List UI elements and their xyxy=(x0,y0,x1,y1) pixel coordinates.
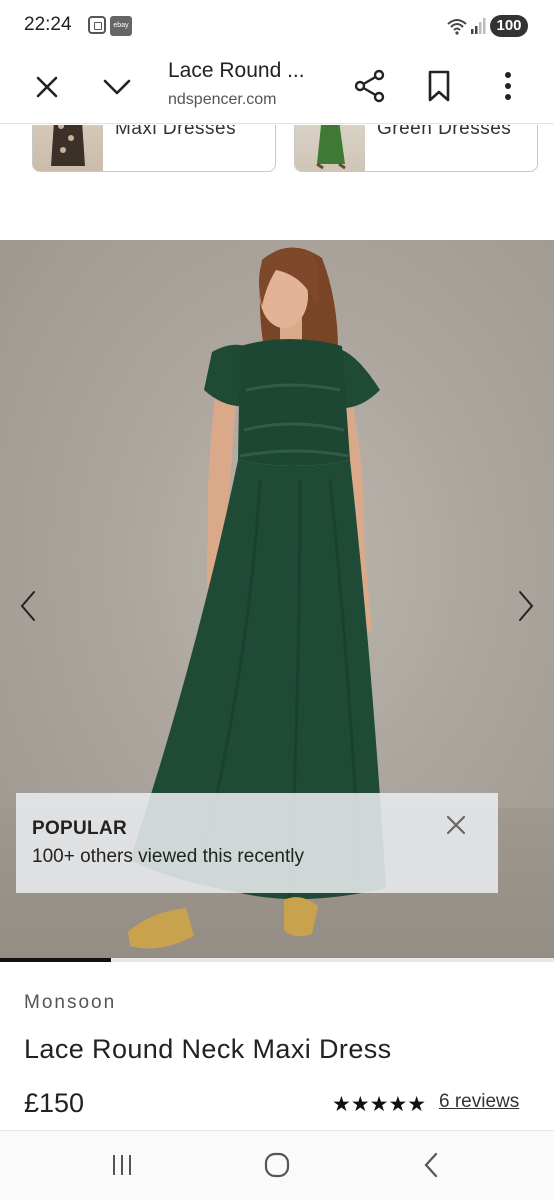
chevron-down-icon[interactable] xyxy=(100,70,134,104)
wifi-icon xyxy=(447,19,467,35)
category-card-green-dresses[interactable]: Green Dresses xyxy=(294,125,538,172)
back-icon[interactable] xyxy=(420,1151,444,1179)
screenshot-icon xyxy=(88,16,106,34)
popular-title: POPULAR xyxy=(32,818,127,839)
product-price: £150 xyxy=(24,1088,85,1118)
popular-banner: POPULAR 100+ others viewed this recently xyxy=(16,793,498,893)
previous-image-arrow[interactable] xyxy=(16,586,40,626)
close-icon[interactable] xyxy=(30,70,64,104)
gallery-progress-bar xyxy=(0,958,554,962)
page-title: Lace Round ... xyxy=(168,59,305,82)
product-image-gallery[interactable]: POPULAR 100+ others viewed this recently xyxy=(0,240,554,958)
popular-text: 100+ others viewed this recently xyxy=(32,846,304,867)
status-time: 22:24 xyxy=(24,14,72,35)
category-card-maxi-dresses[interactable]: Maxi Dresses xyxy=(32,125,276,172)
reviews-link[interactable]: 6 reviews xyxy=(439,1091,519,1113)
ebay-notification-icon: ebay xyxy=(110,16,132,36)
product-brand[interactable]: Monsoon xyxy=(24,992,116,1014)
signal-icon xyxy=(471,18,486,34)
star-rating: ★★★★★ xyxy=(332,1093,427,1116)
category-thumbnail xyxy=(295,125,365,171)
status-bar: 22:24 ebay 100 xyxy=(0,0,554,52)
share-icon[interactable] xyxy=(352,68,388,104)
category-thumbnail xyxy=(33,125,103,171)
recent-apps-icon[interactable] xyxy=(108,1153,136,1177)
next-image-arrow[interactable] xyxy=(514,586,538,626)
gallery-progress-fill xyxy=(0,958,111,962)
more-options-icon[interactable] xyxy=(494,68,522,104)
bookmark-icon[interactable] xyxy=(422,68,456,104)
browser-toolbar: Lace Round ... ndspencer.com xyxy=(0,52,554,124)
related-categories: Maxi Dresses Green Dresses xyxy=(0,125,554,185)
category-label: Maxi Dresses xyxy=(115,125,237,139)
page-url: ndspencer.com xyxy=(168,91,277,108)
system-navigation-bar xyxy=(0,1131,554,1200)
home-icon[interactable] xyxy=(264,1151,290,1179)
close-icon[interactable] xyxy=(444,813,468,837)
product-name: Lace Round Neck Maxi Dress xyxy=(24,1034,392,1064)
battery-indicator: 100 xyxy=(490,15,528,37)
category-label: Green Dresses xyxy=(377,125,512,139)
